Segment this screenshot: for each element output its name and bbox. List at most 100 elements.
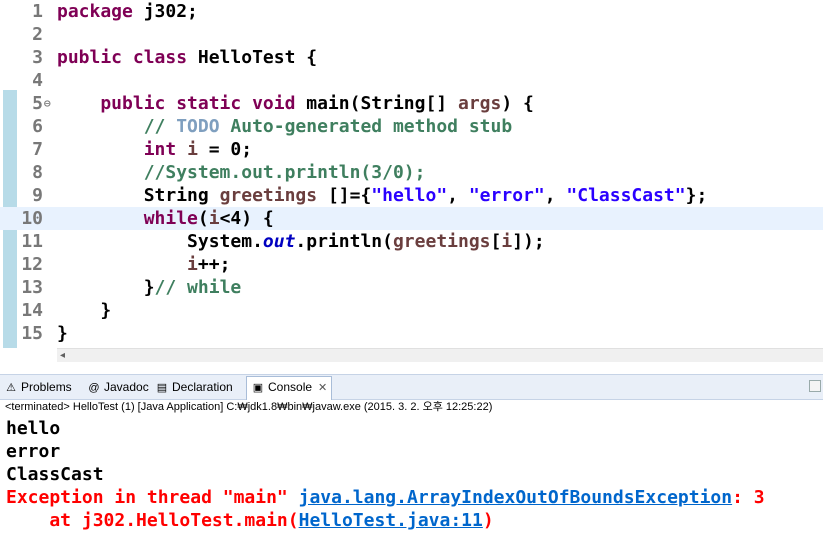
line-number: 2 (32, 24, 43, 45)
line-number: 6 (32, 116, 43, 137)
sash[interactable] (0, 362, 823, 374)
code-line[interactable]: 14 } (0, 299, 823, 322)
console-line: at j302.HelloTest.main(HelloTest.java:11… (6, 509, 494, 532)
code-token: } (57, 277, 155, 298)
tab-label: Javadoc (104, 380, 149, 394)
code-token: greetings (392, 231, 491, 252)
code-line[interactable]: 7 int i = 0; (0, 138, 823, 161)
code-token: } (57, 323, 68, 344)
code-token: [ (490, 231, 502, 252)
code-token: package (57, 1, 133, 22)
declaration-icon: ▤ (156, 382, 168, 394)
problems-icon: ⚠ (6, 382, 16, 394)
code-token: TODO (176, 116, 220, 137)
line-number: 10 (21, 208, 43, 229)
console-text: ClassCast (6, 464, 104, 485)
code-token: } (57, 300, 112, 321)
code-token: HelloTest { (187, 47, 318, 68)
code-token: // (57, 116, 177, 137)
code-token: public class (57, 47, 188, 68)
code-text: i++; (57, 253, 230, 276)
code-token: j302; (132, 1, 198, 22)
code-line[interactable]: 10 while(i<4) { (0, 207, 823, 230)
code-line[interactable]: 12 i++; (0, 253, 823, 276)
line-number: 1 (32, 1, 43, 22)
code-text: public static void main(String[] args) { (57, 92, 534, 115)
console-text: Exception in thread "main" (6, 487, 299, 508)
console-text: hello (6, 418, 61, 439)
code-line[interactable]: 4 (0, 69, 823, 92)
code-line[interactable]: 13 }// while (0, 276, 823, 299)
scroll-left-icon[interactable]: ◂ (60, 349, 65, 363)
code-text: //System.out.println(3/0); (57, 161, 426, 184)
code-token: i (208, 208, 220, 229)
tab-console[interactable]: ▣ Console ✕ (246, 376, 333, 400)
code-text: System.out.println(greetings[i]); (57, 230, 545, 253)
code-token: ]); (512, 231, 545, 252)
minimize-button[interactable] (809, 380, 821, 392)
code-line[interactable]: 6 // TODO Auto-generated method stub (0, 115, 823, 138)
console-line: error (6, 440, 60, 463)
code-line[interactable]: 8 //System.out.println(3/0); (0, 161, 823, 184)
console-icon: ▣ (252, 382, 264, 394)
code-token: main(String[] (295, 93, 458, 114)
console-text: error (6, 441, 61, 462)
line-number: 14 (21, 300, 43, 321)
code-token: = 0; (197, 139, 253, 160)
editor-horizontal-scrollbar[interactable]: ◂ (57, 348, 823, 363)
code-text: package j302; (57, 0, 198, 23)
line-number: 8 (32, 162, 43, 183)
code-line[interactable]: 11 System.out.println(greetings[i]); (0, 230, 823, 253)
console-line: ClassCast (6, 463, 104, 486)
code-token: []={ (317, 185, 372, 206)
line-number: 4 (32, 70, 43, 91)
tab-label: Declaration (172, 380, 233, 394)
code-token: "error" (468, 185, 545, 206)
code-line[interactable]: 9 String greetings []={"hello", "error",… (0, 184, 823, 207)
code-text: } (57, 299, 111, 322)
stacktrace-link[interactable]: java.lang.ArrayIndexOutOfBoundsException (299, 487, 732, 508)
line-number: 9 (32, 185, 43, 206)
code-token: i (187, 139, 198, 160)
line-number: 11 (21, 231, 43, 252)
code-token: public static void (57, 93, 296, 114)
fold-toggle-icon[interactable]: ⊖ (44, 92, 51, 115)
code-line[interactable]: 15} (0, 322, 823, 345)
code-line[interactable]: 5 ⊖ public static void main(String[] args… (0, 92, 823, 115)
code-editor[interactable]: 1 package j302; 2 3 public class HelloTest {… (0, 0, 823, 348)
code-token: while (57, 208, 198, 229)
code-line[interactable]: 3 public class HelloTest { (0, 46, 823, 69)
console-output[interactable]: hello error ClassCast Exception in thread "… (0, 417, 823, 542)
tab-javadoc[interactable]: @ Javadoc (87, 377, 149, 397)
code-text: String greetings []={"hello", "error", "… (57, 184, 708, 207)
code-line[interactable]: 1 package j302; (0, 0, 823, 23)
tab-declaration[interactable]: ▤ Declaration (155, 377, 233, 397)
code-token: Auto-generated method stub (219, 116, 513, 137)
code-token: ++; (197, 254, 231, 275)
code-token: int (57, 139, 177, 160)
code-token: args (457, 93, 502, 114)
javadoc-icon: @ (88, 382, 100, 394)
tab-problems[interactable]: ⚠ Problems (4, 377, 72, 397)
stacktrace-link[interactable]: HelloTest.java:11 (299, 510, 483, 531)
code-token: //System.out.println(3/0); (57, 162, 426, 183)
code-text: }// while (57, 276, 242, 299)
code-text: int i = 0; (57, 138, 252, 161)
code-token: <4) { (219, 208, 274, 229)
code-token: System. (57, 231, 263, 252)
code-token: greetings (219, 185, 318, 206)
code-text: // TODO Auto-generated method stub (57, 115, 513, 138)
close-icon[interactable]: ✕ (318, 382, 327, 394)
code-line[interactable]: 2 (0, 23, 823, 46)
views-tab-bar: ⚠ Problems @ Javadoc ▤ Declaration ▣ Console ✕ (0, 374, 823, 400)
console-text: at j302.HelloTest.main( (6, 510, 299, 531)
code-token: out (262, 231, 296, 252)
code-token: }; (685, 185, 708, 206)
line-number: 15 (21, 323, 43, 344)
line-number: 3 (32, 47, 43, 68)
code-text: public class HelloTest { (57, 46, 317, 69)
code-token: , (447, 185, 469, 206)
console-text: ) (482, 510, 494, 531)
code-token: ( (197, 208, 209, 229)
